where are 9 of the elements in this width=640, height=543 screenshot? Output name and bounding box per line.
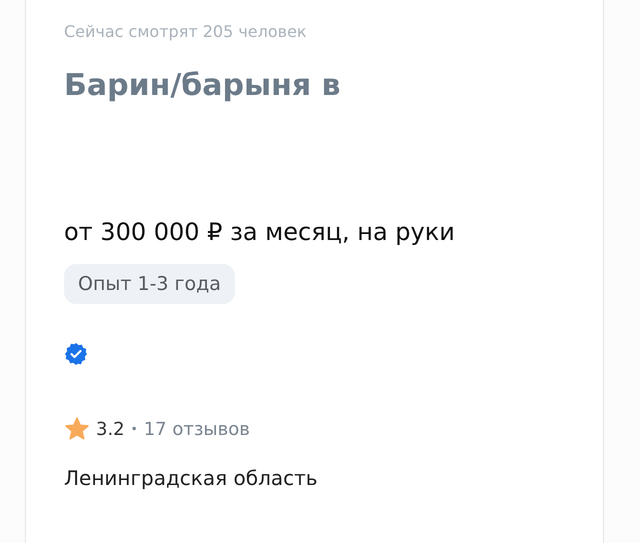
salary-text: от 300 000 ₽ за месяц, на руки — [64, 217, 456, 248]
star-icon — [64, 416, 90, 442]
experience-tag: Опыт 1-3 года — [64, 264, 235, 304]
viewers-count: Сейчас смотрят 205 человек — [64, 21, 308, 43]
region-text: Ленинградская область — [64, 466, 319, 490]
reviews-link[interactable]: 17 отзывов — [144, 418, 250, 440]
separator-dot: • — [130, 422, 138, 436]
vacancy-title: Барин/барыня в — [64, 68, 342, 104]
rating-score: 3.2 — [96, 418, 125, 440]
